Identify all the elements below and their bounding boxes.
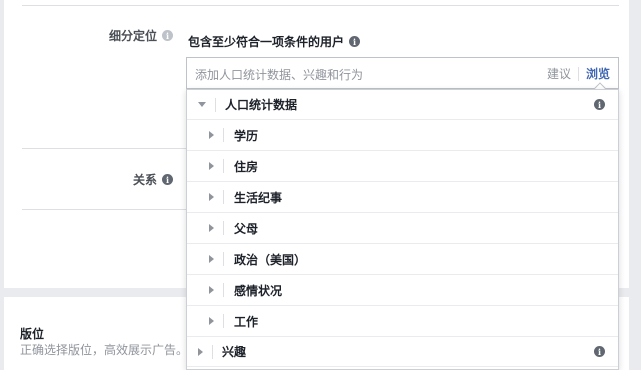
divider [223,252,224,266]
subcategory-label: 学历 [234,128,259,143]
divider [215,97,216,112]
divider [22,209,187,210]
placement-title: 版位 [20,327,45,341]
subcategory-label: 工作 [234,314,259,329]
caret-right-icon[interactable] [209,317,214,325]
subcategory-label: 感情状况 [234,283,283,298]
criteria-text: 包含至少符合一项条件的用户 [188,35,345,49]
subcategory-life-events[interactable]: 生活纪事 [187,182,618,213]
divider [212,344,213,359]
divider [223,128,224,142]
caret-right-icon[interactable] [209,224,214,232]
detailed-targeting-label: 细分定位 [109,29,158,43]
subcategory-parents[interactable]: 父母 [187,213,618,244]
detailed-targeting-label-row: 细分定位 i [109,27,174,44]
subcategory-work[interactable]: 工作 [187,306,618,337]
relationship-label: 关系 [133,173,158,187]
subcategory-housing[interactable]: 住房 [187,151,618,182]
subcategory-education[interactable]: 学历 [187,120,618,151]
input-actions: 建议 浏览 [547,65,610,82]
info-icon[interactable]: i [162,174,174,185]
info-icon[interactable]: i [162,30,174,41]
subcategory-label: 政治（美国） [234,252,307,267]
caret-right-icon[interactable] [209,255,214,263]
suggest-link[interactable]: 建议 [547,65,578,82]
subcategory-label: 生活纪事 [234,190,283,205]
subcategory-label: 住房 [234,159,259,174]
browse-link[interactable]: 浏览 [579,65,610,82]
placement-description: 正确选择版位，高效展示广告。 [20,343,189,357]
divider [223,190,224,204]
category-demographics[interactable]: 人口统计数据 i [187,90,618,120]
divider [223,283,224,297]
info-icon[interactable]: i [594,99,605,110]
browse-dropdown: 人口统计数据 i 学历 住房 生活纪事 父母 政治（美国） 感情状况 工作 兴趣… [186,89,619,370]
divider [223,159,224,173]
category-interests[interactable]: 兴趣 i [187,337,618,367]
relationship-label-row: 关系 i [133,171,174,188]
info-icon[interactable]: i [349,36,361,47]
search-placeholder: 添加人口统计数据、兴趣和行为 [195,68,364,82]
targeting-search-input[interactable]: 添加人口统计数据、兴趣和行为 建议 浏览 [186,57,619,94]
caret-right-icon[interactable] [209,162,214,170]
caret-right-icon[interactable] [209,193,214,201]
subcategory-relationship-status[interactable]: 感情状况 [187,275,618,306]
divider [223,314,224,328]
category-label: 兴趣 [222,345,247,359]
caret-down-icon[interactable] [198,102,206,107]
caret-right-icon[interactable] [209,131,214,139]
caret-right-icon[interactable] [209,286,214,294]
caret-right-icon[interactable] [198,347,203,356]
criteria-row: 包含至少符合一项条件的用户 i [188,33,361,50]
category-label: 人口统计数据 [225,98,298,112]
divider [22,148,187,149]
info-icon[interactable]: i [594,346,605,357]
divider [22,5,619,6]
subcategory-politics-us[interactable]: 政治（美国） [187,244,618,275]
divider [223,221,224,235]
subcategory-label: 父母 [234,221,259,236]
